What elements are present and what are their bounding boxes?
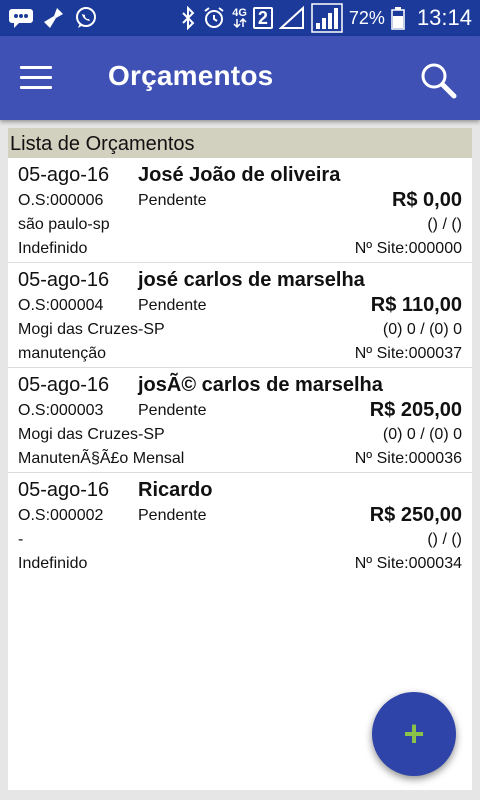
- list-item[interactable]: 05-ago-16 José João de oliveira O.S:0000…: [8, 158, 472, 263]
- item-service: Indefinido: [18, 240, 88, 257]
- item-price: R$ 0,00: [391, 189, 462, 211]
- item-client-name: josé carlos de marselha: [138, 269, 365, 291]
- item-phone: (0) 0 / (0) 0: [382, 321, 462, 338]
- item-price: R$ 205,00: [369, 399, 462, 421]
- item-city: Mogi das Cruzes-SP: [18, 426, 165, 443]
- plus-icon: +: [403, 713, 425, 754]
- item-os-number: O.S:000006: [18, 192, 104, 209]
- item-status: Pendente: [138, 192, 207, 209]
- item-os-number: O.S:000004: [18, 297, 104, 314]
- battery-percent: 72%: [348, 7, 385, 28]
- item-city: são paulo-sp: [18, 216, 110, 233]
- whatsapp-icon: [74, 6, 98, 30]
- chat-bubble-icon: [8, 6, 34, 30]
- item-service: ManutenÃ§Ã£o Mensal: [18, 450, 185, 467]
- item-service: Indefinido: [18, 555, 88, 572]
- item-status: Pendente: [138, 402, 207, 419]
- status-bar-right: 4G 2 72% 13:14: [180, 3, 472, 33]
- item-client-name: Ricardo: [138, 479, 213, 501]
- item-site-number: Nº Site:000037: [354, 345, 462, 362]
- item-site-number: Nº Site:000034: [354, 555, 462, 572]
- signal-full-icon: [311, 3, 343, 33]
- item-price: R$ 110,00: [370, 294, 462, 316]
- list-item[interactable]: 05-ago-16 Ricardo O.S:000002 Pendente R$…: [8, 473, 472, 577]
- item-status: Pendente: [138, 297, 207, 314]
- status-bar: 4G 2 72% 13:14: [0, 0, 480, 36]
- clock: 13:14: [416, 5, 472, 30]
- list-item[interactable]: 05-ago-16 josé carlos de marselha O.S:00…: [8, 263, 472, 368]
- item-site-number: Nº Site:000036: [354, 450, 462, 467]
- item-phone: () / (): [427, 531, 462, 548]
- item-date: 05-ago-16: [18, 269, 110, 291]
- item-date: 05-ago-16: [18, 479, 110, 501]
- network-4g-icon: 4G: [232, 6, 247, 30]
- orcamentos-list-panel: Lista de Orçamentos 05-ago-16 José João …: [8, 128, 472, 790]
- item-date: 05-ago-16: [18, 164, 110, 186]
- list-item[interactable]: 05-ago-16 josÃ© carlos de marselha O.S:0…: [8, 368, 472, 473]
- app-bar: Orçamentos: [0, 36, 480, 120]
- bluetooth-icon: [180, 6, 196, 30]
- item-client-name: josÃ© carlos de marselha: [138, 374, 383, 396]
- hamburger-menu-icon[interactable]: [20, 66, 52, 90]
- item-phone: (0) 0 / (0) 0: [382, 426, 462, 443]
- item-client-name: José João de oliveira: [138, 164, 341, 186]
- search-icon[interactable]: [418, 60, 458, 100]
- sim2-icon: 2: [252, 6, 273, 30]
- list-header: Lista de Orçamentos: [8, 128, 472, 158]
- item-date: 05-ago-16: [18, 374, 110, 396]
- item-os-number: O.S:000003: [18, 402, 104, 419]
- add-orcamento-button[interactable]: +: [372, 692, 456, 776]
- alarm-icon: [202, 6, 226, 30]
- item-city: -: [18, 531, 24, 548]
- item-service: manutenção: [18, 345, 107, 362]
- item-price: R$ 250,00: [369, 504, 462, 526]
- item-site-number: Nº Site:000000: [354, 240, 462, 257]
- item-status: Pendente: [138, 507, 207, 524]
- battery-icon: [391, 6, 405, 30]
- broom-icon: [42, 6, 66, 30]
- item-os-number: O.S:000002: [18, 507, 104, 524]
- item-phone: () / (): [427, 216, 462, 233]
- status-bar-left: [8, 6, 98, 30]
- signal-icon: [278, 6, 305, 30]
- page-title: Orçamentos: [108, 60, 274, 91]
- item-city: Mogi das Cruzes-SP: [18, 321, 165, 338]
